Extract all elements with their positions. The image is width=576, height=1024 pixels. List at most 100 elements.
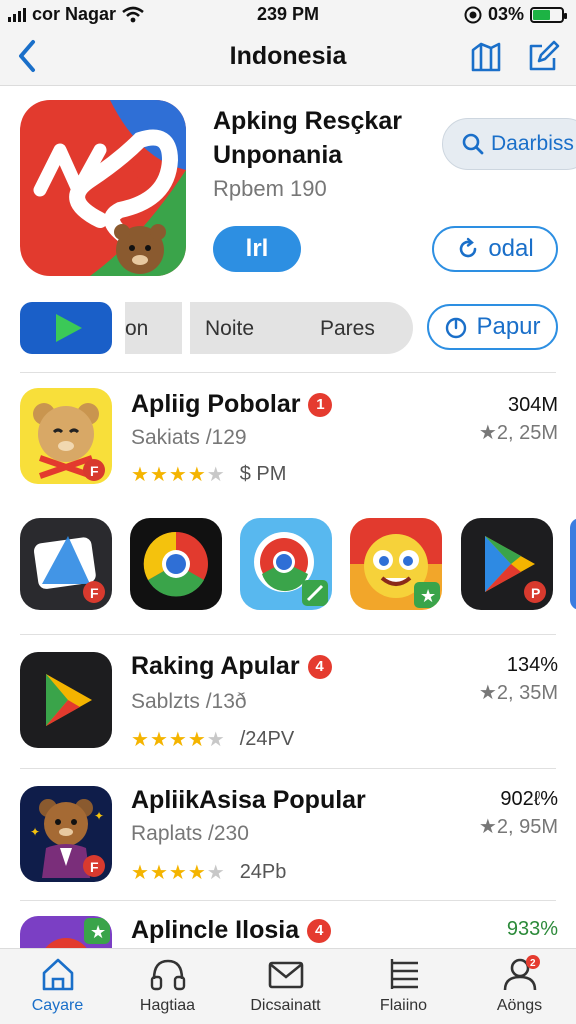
app-title-text: Raking Apular [131, 652, 300, 680]
strip-app-game[interactable]: ★ [350, 518, 442, 610]
segment-item-3[interactable]: Pares [320, 317, 375, 341]
tab-profile[interactable]: 2 Aöngs [462, 955, 576, 1015]
app-rating-2: ★ ★ ★ ★ ★ /24PV [131, 727, 294, 752]
app-rating-3: ★ ★ ★ ★ ★ 24Pb [131, 860, 286, 885]
play-segment[interactable] [20, 302, 112, 354]
app-title-4: Aplincle Ilosia 4 [131, 916, 332, 945]
app-title-text: ApliikAsisa Popular [131, 786, 366, 814]
home-icon [42, 958, 73, 991]
star-icon: ★ [131, 729, 149, 751]
app-title-1: Apliig Pobolar 1 [131, 390, 333, 419]
app-note: 24Pb [239, 861, 287, 883]
app-title-text: Apliig Pobolar [131, 390, 301, 418]
star-icon: ★ [206, 862, 225, 884]
strip-app-notes[interactable]: F [20, 518, 112, 610]
papur-button-label: Papur [476, 313, 541, 340]
tab-list[interactable]: Flaiino [346, 955, 461, 1015]
profile-badge: 2 [530, 958, 536, 969]
star-icon: ★ [168, 862, 187, 884]
edit-icon[interactable] [526, 38, 560, 74]
profile-icon: 2 [503, 955, 540, 991]
strip-app-browser[interactable] [240, 518, 332, 610]
star-icon: ★ [187, 862, 206, 884]
divider [20, 900, 556, 901]
featured-app-subtitle: Rpbem 190 [213, 176, 327, 201]
featured-app-title: Apking Resçkar Unponania [213, 104, 433, 172]
tab-home[interactable]: Cayare [0, 955, 115, 1015]
star-icon: ★ [131, 862, 149, 884]
divider [20, 372, 556, 373]
app-icon-3[interactable]: ✦ ✦ F [20, 786, 112, 882]
star-icon: ★ [149, 729, 168, 751]
app-store-screen: cor Nagar 239 PM 03% Indonesia Apking Re… [0, 0, 576, 1024]
svg-text:✦: ✦ [30, 825, 40, 839]
svg-text:F: F [90, 585, 99, 601]
tab-label: Flaiino [379, 997, 428, 1014]
share-icon[interactable] [469, 38, 503, 74]
strip-app-play[interactable]: P [461, 518, 553, 610]
star-icon: ★ [149, 464, 168, 486]
app-note: /24PV [239, 728, 295, 750]
tab-label: Aöngs [496, 997, 543, 1014]
star-icon: ★ [149, 862, 168, 884]
app-badge: 4 [307, 654, 332, 679]
app-icon-1[interactable]: F [20, 388, 112, 484]
tab-mail[interactable]: Dicsainatt [228, 955, 343, 1015]
tab-bar: Cayare Hagtiaa Dicsainatt Flaiino 2 Aöng… [0, 948, 576, 1024]
status-bar: cor Nagar 239 PM 03% [0, 0, 576, 30]
headphones-icon [150, 959, 185, 991]
strip-app-partial[interactable] [570, 518, 576, 610]
battery-icon [530, 6, 567, 23]
tab-label: Dicsainatt [250, 997, 321, 1014]
papur-button[interactable]: Papur [427, 304, 558, 350]
app-rating-1: ★ ★ ★ ★ ★ $ PM [131, 462, 286, 487]
location-icon [464, 6, 482, 23]
app-subtitle-1: Sakiats /129 [131, 426, 247, 449]
battery-percent: 03% [487, 4, 524, 24]
app-downloads-3: ★2, 95M [478, 816, 558, 838]
app-title-3: ApliikAsisa Popular [131, 786, 366, 815]
reload-button[interactable]: odal [432, 226, 558, 272]
tab-label: Cayare [31, 997, 84, 1014]
app-stat-1: 304M [507, 394, 558, 416]
star-icon: ★ [187, 729, 206, 751]
search-button-label: Daarbiss [491, 132, 574, 155]
featured-app-icon[interactable] [20, 100, 186, 276]
featured-title-line1: Apking Resçkar [213, 107, 402, 135]
divider [20, 634, 556, 635]
app-downloads-1: ★2, 25M [478, 422, 558, 444]
app-stat-3: 902ℓ% [500, 788, 558, 810]
nav-bar: Indonesia [0, 30, 576, 86]
get-button[interactable]: lrl [213, 226, 301, 272]
app-downloads-2: ★2, 35M [478, 682, 558, 704]
segment-gap [182, 302, 190, 354]
app-badge: 1 [308, 392, 333, 417]
play-icon [56, 314, 82, 342]
search-button[interactable]: Daarbiss [442, 118, 576, 170]
app-icon-2[interactable] [20, 652, 112, 748]
svg-text:✦: ✦ [94, 809, 104, 823]
tab-music[interactable]: Hagtiaa [110, 955, 225, 1015]
app-subtitle-2: Sablzts /13ð [131, 690, 247, 713]
status-right: 03% [464, 4, 567, 25]
app-note: $ PM [239, 463, 287, 485]
mail-icon [268, 961, 303, 989]
divider [20, 768, 556, 769]
segment-item-2[interactable]: Noite [205, 317, 254, 341]
list-icon [390, 959, 418, 989]
featured-title-line2: Unponania [213, 141, 343, 169]
reload-button-label: odal [488, 235, 534, 262]
star-icon: ★ [168, 729, 187, 751]
star-icon: ★ [187, 464, 206, 486]
svg-text:★: ★ [420, 586, 436, 606]
svg-text:P: P [531, 585, 540, 601]
segment-item-1[interactable]: on [125, 317, 148, 341]
star-icon: ★ [131, 464, 149, 486]
star-icon: ★ [168, 464, 187, 486]
star-icon: ★ [206, 464, 225, 486]
app-title-2: Raking Apular 4 [131, 652, 332, 681]
strip-app-chrome[interactable] [130, 518, 222, 610]
svg-text:F: F [90, 463, 99, 479]
tab-label: Hagtiaa [139, 997, 196, 1014]
timer-icon [446, 317, 467, 339]
